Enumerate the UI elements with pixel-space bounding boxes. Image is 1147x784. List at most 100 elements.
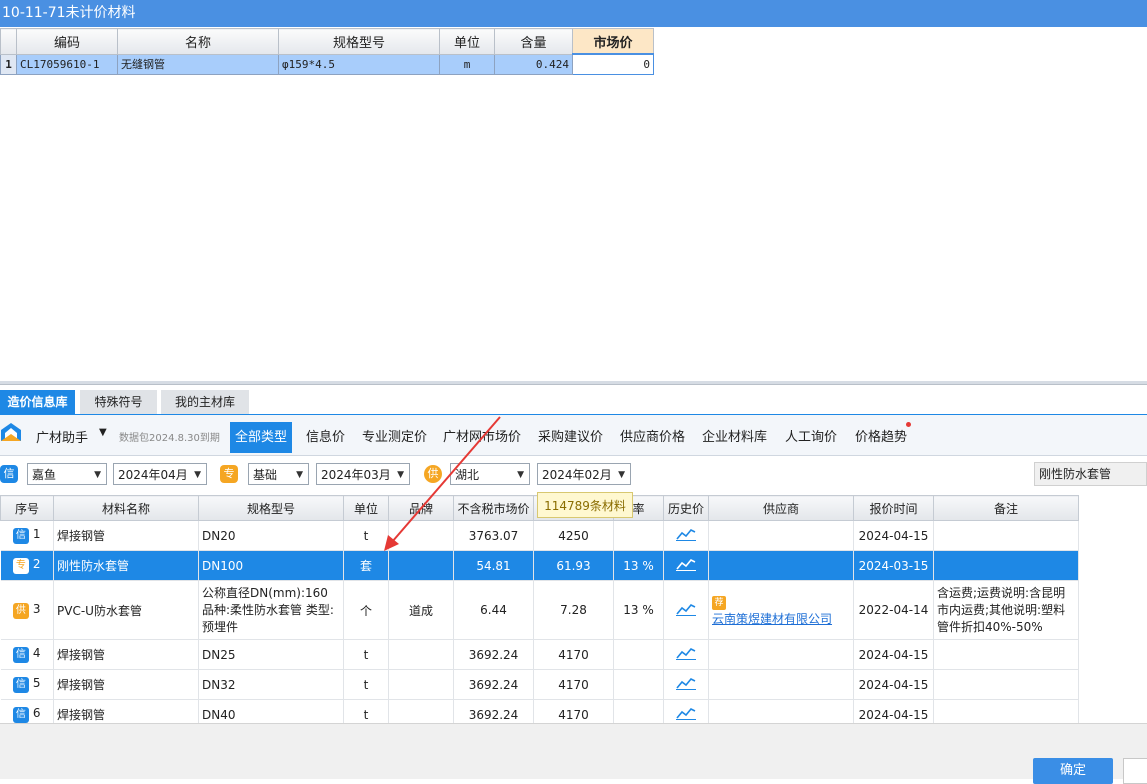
cell-quote-date[interactable]: 2024-04-15 — [853, 669, 934, 700]
cell-unit[interactable]: t — [343, 669, 389, 700]
panel-splitter[interactable] — [0, 381, 1147, 385]
brand-dropdown-icon[interactable]: ▼ — [99, 427, 107, 438]
category-gcw-market-price[interactable]: 广材网市场价 — [443, 422, 521, 453]
cell-note[interactable] — [933, 639, 1079, 670]
column-header-note[interactable]: 备注 — [933, 495, 1079, 521]
cell-supplier[interactable] — [708, 639, 854, 670]
column-header-brand[interactable]: 品牌 — [388, 495, 454, 521]
cell-price-ex-tax[interactable]: 3763.07 — [453, 520, 534, 551]
category-all-types[interactable]: 全部类型 — [230, 422, 293, 453]
column-header-code[interactable]: 编码 — [16, 28, 118, 55]
cell-quote-date[interactable]: 2024-03-15 — [853, 550, 934, 581]
price-trend-icon[interactable] — [676, 706, 696, 720]
info-period-select[interactable]: 2024年04月 ▼ — [113, 463, 207, 485]
cell-spec[interactable]: DN32 — [198, 669, 344, 700]
supplier-link[interactable]: 云南策煜建材有限公司 — [712, 610, 850, 627]
cell-quote-date[interactable]: 2024-04-15 — [853, 520, 934, 551]
cell-price-ex-tax[interactable]: 3692.24 — [453, 639, 534, 670]
cell-price-ex-tax[interactable]: 54.81 — [453, 550, 534, 581]
price-trend-icon[interactable] — [676, 527, 696, 541]
cell-note[interactable] — [933, 520, 1079, 551]
cell-material-name[interactable]: 焊接钢管 — [53, 520, 199, 551]
cell-price-in-tax[interactable]: 61.93 — [533, 550, 614, 581]
cell-price-in-tax[interactable]: 7.28 — [533, 580, 614, 640]
market-price-input[interactable]: 0 — [572, 53, 654, 75]
cell-supplier[interactable] — [708, 669, 854, 700]
column-header-history[interactable]: 历史价 — [663, 495, 709, 521]
cell-history[interactable] — [663, 669, 709, 700]
cell-unit[interactable]: t — [343, 639, 389, 670]
cell-quote-date[interactable]: 2022-04-14 — [853, 580, 934, 640]
cell-note[interactable] — [933, 550, 1079, 581]
cell-price-in-tax[interactable]: 4170 — [533, 669, 614, 700]
supplier-period-select[interactable]: 2024年02月 ▼ — [537, 463, 631, 485]
column-header-unit[interactable]: 单位 — [343, 495, 389, 521]
cell-code[interactable]: CL17059610-1 — [16, 53, 118, 75]
column-header-spec[interactable]: 规格型号 — [278, 28, 440, 55]
column-header-unit[interactable]: 单位 — [439, 28, 495, 55]
brand-name[interactable]: 广材助手 — [36, 427, 88, 446]
category-professional-price[interactable]: 专业测定价 — [362, 422, 427, 453]
supplier-region-select[interactable]: 湖北 ▼ — [450, 463, 530, 485]
cell-supplier[interactable] — [708, 520, 854, 551]
cell-supplier[interactable] — [708, 550, 854, 581]
cell-brand[interactable] — [388, 550, 454, 581]
cell-note[interactable]: 含运费;运费说明:含昆明市内运费;其他说明:塑料管件折扣40%-50% — [933, 580, 1079, 640]
price-trend-icon[interactable] — [676, 557, 696, 571]
cell-content[interactable]: 0.424 — [494, 53, 573, 75]
price-trend-icon[interactable] — [676, 676, 696, 690]
cell-spec[interactable]: φ159*4.5 — [278, 53, 440, 75]
category-manual-inquiry[interactable]: 人工询价 — [785, 422, 837, 453]
professional-period-select[interactable]: 2024年03月 ▼ — [316, 463, 410, 485]
table-row[interactable]: 信5 焊接钢管 DN32 t 3692.24 4170 2024-04-15 — [0, 669, 1079, 700]
info-region-select[interactable]: 嘉鱼 ▼ — [27, 463, 107, 485]
cell-material-name[interactable]: 焊接钢管 — [53, 669, 199, 700]
cell-rate[interactable] — [613, 639, 664, 670]
category-price-trend[interactable]: 价格趋势 — [855, 422, 907, 453]
cell-spec[interactable]: DN20 — [198, 520, 344, 551]
ok-button[interactable]: 确定 — [1033, 758, 1113, 784]
cell-unit[interactable]: t — [343, 520, 389, 551]
cell-history[interactable] — [663, 520, 709, 551]
cell-unit[interactable]: 套 — [343, 550, 389, 581]
cell-rate[interactable]: 13 % — [613, 580, 664, 640]
cell-material-name[interactable]: 刚性防水套管 — [53, 550, 199, 581]
cell-brand[interactable] — [388, 520, 454, 551]
cell-material-name[interactable]: 焊接钢管 — [53, 639, 199, 670]
category-supplier-price[interactable]: 供应商价格 — [620, 422, 685, 453]
cell-unit[interactable]: 个 — [343, 580, 389, 640]
column-header-material-name[interactable]: 材料名称 — [53, 495, 199, 521]
cell-supplier[interactable]: 荐云南策煜建材有限公司 — [708, 580, 854, 640]
cell-history[interactable] — [663, 639, 709, 670]
cancel-button[interactable] — [1123, 758, 1147, 784]
category-enterprise-library[interactable]: 企业材料库 — [702, 422, 767, 453]
cell-rate[interactable]: 13 % — [613, 550, 664, 581]
table-row[interactable]: 供3 PVC-U防水套管 公称直径DN(mm):160 品种:柔性防水套管 类型… — [0, 580, 1079, 640]
material-search-input[interactable]: 刚性防水套管 — [1034, 462, 1147, 486]
tab-special-symbols[interactable]: 特殊符号 — [80, 390, 157, 414]
cell-name[interactable]: 无缝钢管 — [117, 53, 279, 75]
cell-price-ex-tax[interactable]: 6.44 — [453, 580, 534, 640]
professional-type-select[interactable]: 基础 ▼ — [248, 463, 309, 485]
cell-spec[interactable]: DN100 — [198, 550, 344, 581]
column-header-market-price[interactable]: 市场价 — [572, 28, 654, 55]
price-trend-icon[interactable] — [676, 602, 696, 616]
cell-brand[interactable]: 道成 — [388, 580, 454, 640]
cell-price-in-tax[interactable]: 4170 — [533, 639, 614, 670]
column-header-supplier[interactable]: 供应商 — [708, 495, 854, 521]
table-row[interactable]: 信4 焊接钢管 DN25 t 3692.24 4170 2024-04-15 — [0, 639, 1079, 670]
table-row[interactable]: 信1 焊接钢管 DN20 t 3763.07 4250 2024-04-15 — [0, 520, 1079, 551]
column-header-content[interactable]: 含量 — [494, 28, 573, 55]
tab-cost-info-library[interactable]: 造价信息库 — [0, 390, 75, 414]
cell-history[interactable] — [663, 550, 709, 581]
cell-material-name[interactable]: PVC-U防水套管 — [53, 580, 199, 640]
tab-my-main-materials[interactable]: 我的主材库 — [161, 390, 249, 414]
table-row[interactable]: 1 CL17059610-1 无缝钢管 φ159*4.5 m 0.424 0 — [0, 53, 654, 75]
cell-brand[interactable] — [388, 639, 454, 670]
cell-unit[interactable]: m — [439, 53, 495, 75]
column-header-name[interactable]: 名称 — [117, 28, 279, 55]
cell-note[interactable] — [933, 669, 1079, 700]
cell-spec[interactable]: DN25 — [198, 639, 344, 670]
cell-spec[interactable]: 公称直径DN(mm):160 品种:柔性防水套管 类型:预埋件 — [198, 580, 344, 640]
column-header-seq[interactable]: 序号 — [0, 495, 54, 521]
